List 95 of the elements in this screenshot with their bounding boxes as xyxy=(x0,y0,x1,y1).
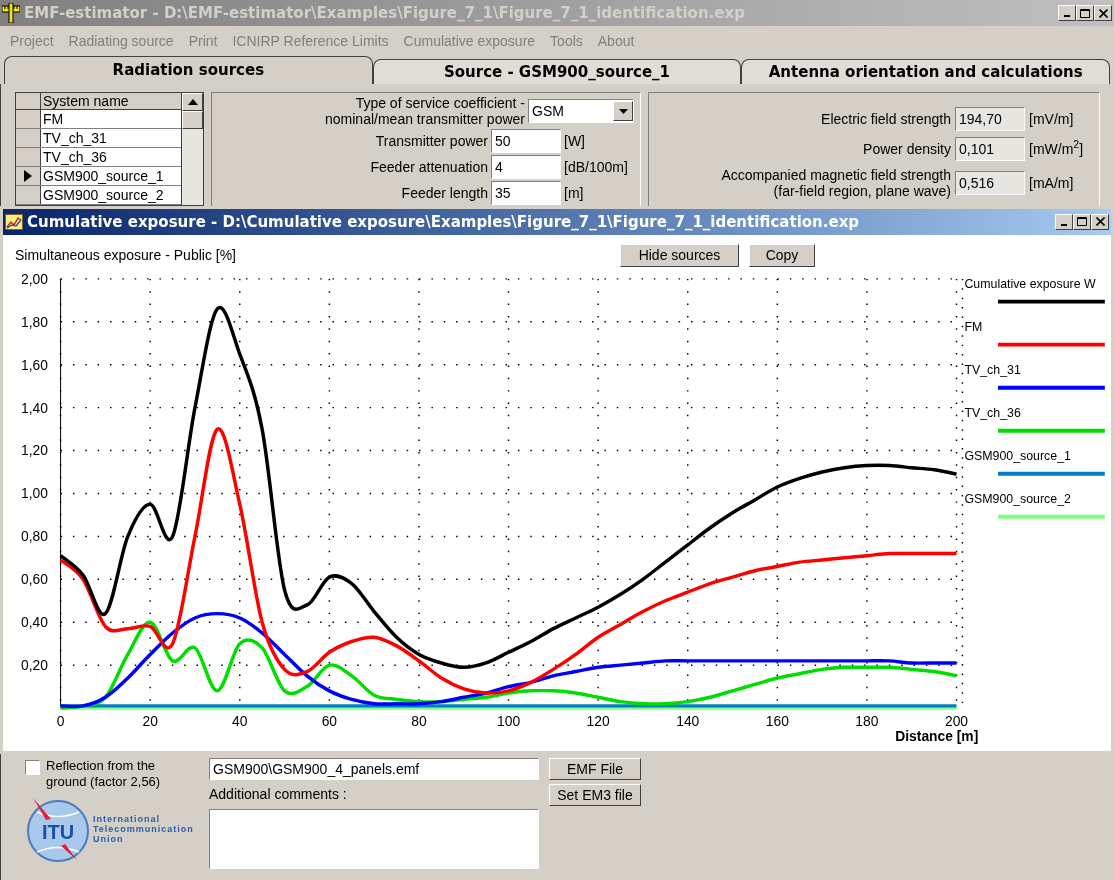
logo-text: International Telecommunication Union xyxy=(93,814,194,844)
push-button[interactable]: Copy xyxy=(749,244,815,268)
x-tick-label: 100 xyxy=(497,713,521,730)
field-label: Type of service coefficient - nominal/mean transmitter power xyxy=(325,95,525,127)
row-indicator[interactable] xyxy=(16,129,41,147)
unit-label: [mA/m] xyxy=(1029,173,1075,193)
maximize-icon xyxy=(1077,217,1087,227)
window-title: Cumulative exposure - D:\Cumulative exposure\Examples\Figure_7_1\Figure_7_1_identification.exp xyxy=(27,211,861,233)
minimize-button[interactable] xyxy=(1058,5,1076,21)
x-tick-label: 180 xyxy=(855,713,879,730)
input-field[interactable]: 50 xyxy=(491,129,561,153)
unit-label: [m] xyxy=(564,183,585,203)
dropdown-button[interactable] xyxy=(613,101,633,121)
field-label: Feeder attenuation xyxy=(370,159,488,175)
input-field[interactable]: 4 xyxy=(491,155,561,179)
result-field: 0,516 xyxy=(955,171,1025,195)
maximize-button[interactable] xyxy=(1073,213,1091,230)
minimize-button[interactable] xyxy=(1055,213,1073,230)
maximize-icon xyxy=(1080,8,1090,18)
row-indicator[interactable] xyxy=(16,167,41,185)
x-tick-label: 140 xyxy=(676,713,700,730)
legend-label: Cumulative exposure W xyxy=(964,277,1096,292)
x-tick-label: 40 xyxy=(232,713,248,730)
result-label: Power density xyxy=(863,141,951,157)
y-tick-label: 0,20 xyxy=(21,657,48,674)
checkbox-label: Reflection from the ground (factor 2,56) xyxy=(46,758,162,790)
legend-label: GSM900_source_1 xyxy=(964,449,1071,464)
chart-title: Simultaneous exposure - Public [%] xyxy=(15,246,237,266)
current-row-icon xyxy=(24,170,32,182)
row-indicator[interactable] xyxy=(16,148,41,166)
unit-label: [mW/m$^{2}$] xyxy=(1029,138,1085,159)
push-button[interactable]: EMF File xyxy=(549,758,641,780)
y-tick-label: 0,60 xyxy=(21,571,48,588)
unit-label: [W] xyxy=(564,131,586,151)
x-axis-title: Distance [m] xyxy=(895,728,979,745)
scroll-thumb[interactable] xyxy=(182,111,203,129)
tab[interactable]: Source - GSM900_source_1 xyxy=(372,59,742,84)
table-cell[interactable]: GSM900_source_2 xyxy=(41,186,181,204)
close-icon xyxy=(1098,8,1108,18)
result-label: Electric field strength xyxy=(821,111,951,127)
legend-label: TV_ch_36 xyxy=(964,406,1021,421)
y-tick-label: 2,00 xyxy=(21,271,48,288)
table-cell[interactable]: TV_ch_36 xyxy=(41,148,181,166)
unit-label: [dB/100m] xyxy=(564,157,629,177)
y-tick-label: 1,20 xyxy=(21,442,48,459)
y-tick-label: 1,60 xyxy=(21,357,48,374)
window-title: EMF-estimator - D:\EMF-estimator\Examples\Figure_7_1\Figure_7_1_identification.exp xyxy=(24,2,746,24)
scroll-up-button[interactable] xyxy=(182,93,203,111)
service-select[interactable]: GSM xyxy=(528,99,634,123)
result-label: Accompanied magnetic field strength (far-field region, plane wave) xyxy=(721,167,951,199)
minimize-icon xyxy=(1061,223,1067,226)
legend-label: TV_ch_31 xyxy=(964,363,1021,378)
input-field[interactable]: 35 xyxy=(491,181,561,205)
x-tick-label: 0 xyxy=(56,713,65,730)
x-tick-label: 80 xyxy=(411,713,427,730)
tab[interactable]: Antenna orientation and calculations xyxy=(741,59,1110,84)
push-button[interactable]: Set EM3 file xyxy=(549,784,641,806)
app-icon xyxy=(2,3,20,23)
input-field[interactable]: GSM900\GSM900_4_panels.emf xyxy=(209,758,539,780)
field-label: Transmitter power xyxy=(375,133,488,149)
legend-label: FM xyxy=(964,320,983,335)
comments-label: Additional comments : xyxy=(209,785,348,804)
result-field: 0,101 xyxy=(955,137,1025,161)
result-field: 194,70 xyxy=(955,107,1025,131)
y-tick-label: 0,40 xyxy=(21,614,48,631)
caret-icon xyxy=(618,108,628,114)
push-button[interactable]: Hide sources xyxy=(620,244,739,268)
y-tick-label: 1,40 xyxy=(21,400,48,416)
checkbox[interactable] xyxy=(25,760,40,775)
x-tick-label: 20 xyxy=(142,713,158,730)
close-button[interactable] xyxy=(1094,5,1112,21)
scrollbar[interactable] xyxy=(182,92,204,206)
table-cell[interactable]: GSM900_source_1 xyxy=(41,167,181,185)
legend-label: GSM900_source_2 xyxy=(964,492,1071,507)
tab[interactable]: Radiation sources xyxy=(4,56,373,84)
up-arrow-icon xyxy=(187,99,198,105)
x-tick-label: 160 xyxy=(765,713,789,730)
close-icon xyxy=(1095,217,1105,227)
maximize-button[interactable] xyxy=(1076,5,1094,21)
column-header: System name xyxy=(41,93,181,109)
unit-label: [mV/m] xyxy=(1029,109,1075,129)
y-tick-label: 1,00 xyxy=(21,485,48,502)
y-tick-label: 1,80 xyxy=(21,314,48,331)
row-indicator[interactable] xyxy=(16,110,41,128)
table-cell[interactable]: TV_ch_31 xyxy=(41,129,181,147)
row-indicator[interactable] xyxy=(16,186,41,204)
chart-icon xyxy=(5,213,23,230)
x-tick-label: 120 xyxy=(586,713,610,730)
x-tick-label: 60 xyxy=(321,713,338,730)
minimize-icon xyxy=(1064,15,1070,17)
close-button[interactable] xyxy=(1091,213,1109,230)
y-tick-label: 0,80 xyxy=(21,528,48,545)
x-tick-label: 200 xyxy=(944,713,969,730)
table-cell[interactable]: FM xyxy=(41,110,181,128)
field-label: Feeder length xyxy=(401,185,488,201)
